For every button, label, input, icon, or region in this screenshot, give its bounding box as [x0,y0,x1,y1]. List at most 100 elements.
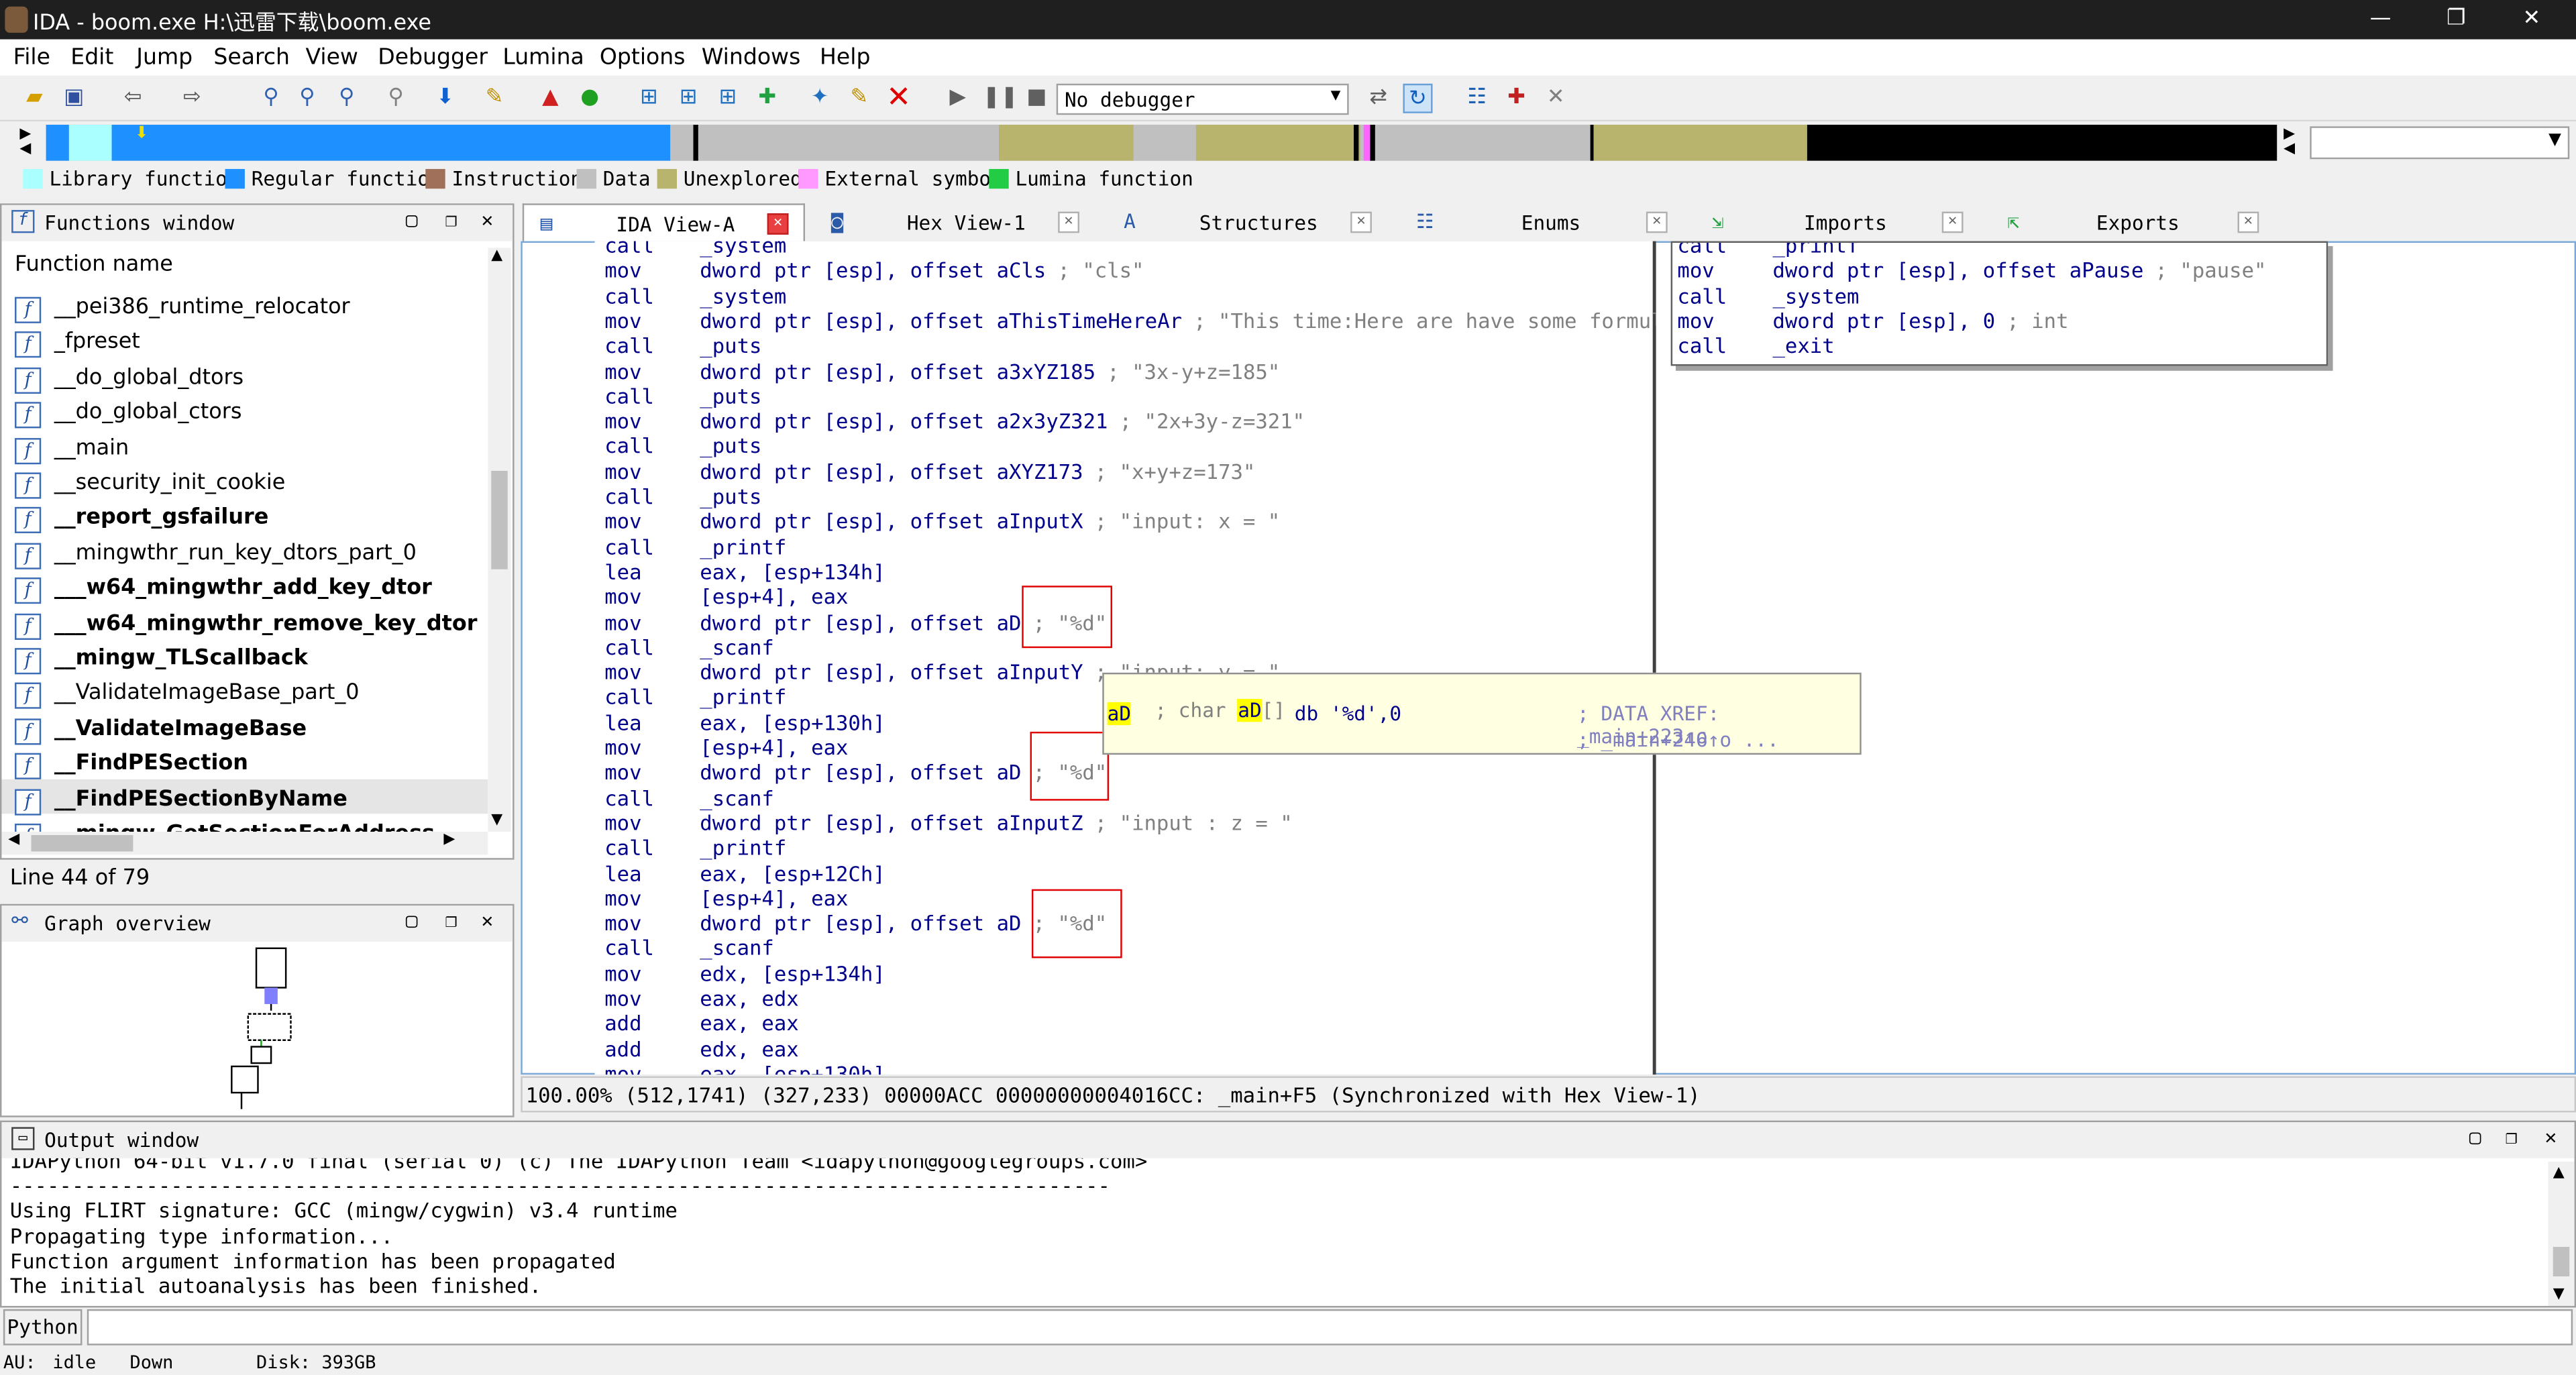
minimize-button[interactable]: — [2343,0,2418,40]
stop-icon[interactable]: ■ [1022,84,1051,113]
tab-hex-view-1-close-icon[interactable]: ✕ [1058,211,1079,233]
debugger-select[interactable]: No debugger ▼ [1056,83,1349,115]
close-button[interactable]: ✕ [2494,0,2570,40]
nav-right-arrow-icon[interactable]: ▶ ◀ [2284,127,2295,158]
menu-help[interactable]: Help [820,44,870,70]
python-command-input[interactable] [87,1309,2573,1345]
close-icon[interactable]: ✕ [2545,1125,2557,1148]
code-line[interactable]: call _scanf [604,785,774,810]
patch-icon[interactable]: ✎ [845,84,874,113]
code-line[interactable]: call _exit [1677,333,1834,358]
menu-file[interactable]: File [13,44,50,70]
add-struct-icon[interactable]: ⊞ [713,84,743,113]
plugin-icon[interactable]: ✦ [805,84,835,113]
green-circle-icon[interactable]: ● [575,84,604,113]
tab-ida-view-a[interactable]: ▤ IDA View-A ✕ [522,203,806,243]
delete-icon[interactable]: ✕ [884,83,914,113]
tab-hex-view-1[interactable]: ◙ Hex View-1 ✕ [814,203,1097,243]
scroll-up-icon[interactable]: ▲ [2553,1165,2565,1181]
menu-debugger[interactable]: Debugger [378,44,488,70]
maximize-button[interactable]: ❐ [2418,0,2494,40]
pause-icon[interactable]: ❚❚ [983,84,1018,113]
back-icon[interactable]: ⇦ [118,84,148,113]
save-icon[interactable]: ▣ [59,84,89,113]
menu-windows[interactable]: Windows [702,44,801,70]
edit-function-icon[interactable]: ⊞ [674,84,703,113]
code-line[interactable]: mov dword ptr [esp], 0 ; int [1677,309,2068,333]
code-line[interactable]: mov dword ptr [esp], offset aXYZ173 ; "x+y… [604,459,1255,484]
code-line[interactable]: add eax, eax [604,1011,799,1036]
code-line[interactable]: call _scanf [604,635,774,659]
tab-structures-close-icon[interactable]: ✕ [1350,211,1372,233]
code-line[interactable]: mov dword ptr [esp], offset a2x3yZ321 ; "2… [604,408,1305,433]
tab-enums-close-icon[interactable]: ✕ [1646,211,1668,233]
float-icon[interactable]: ▢ [2469,1125,2481,1148]
code-line[interactable]: mov edx, [esp+134h] [604,961,885,986]
nav-band-select[interactable]: ▼ [2310,126,2570,160]
tab-ida-view-a-close-icon[interactable]: ✕ [767,213,789,235]
code-line[interactable]: call _printf [604,835,786,860]
forward-icon[interactable]: ⇨ [177,84,207,113]
code-line[interactable]: mov eax, edx [604,986,799,1011]
attach-icon[interactable]: ⇄ [1364,84,1393,113]
restore-icon[interactable]: ❐ [445,209,458,231]
float-icon[interactable]: ▢ [406,209,418,231]
search-bytes-icon[interactable]: ⚲ [332,84,362,113]
code-line[interactable]: mov dword ptr [esp], offset aPause ; "paus… [1677,258,2266,283]
plus-icon[interactable]: ✚ [753,84,782,113]
play-icon[interactable]: ▶ [943,84,973,113]
legend-instruction: Instruction [451,167,583,190]
pen-icon[interactable]: ✎ [480,84,509,113]
code-line[interactable]: mov dword ptr [esp], offset aInputZ ; "inp… [604,810,1292,835]
code-line[interactable]: call _printf [604,534,786,559]
close-icon[interactable]: ✕ [482,209,494,231]
code-line[interactable]: mov [esp+4], eax [604,885,848,910]
add-function-icon[interactable]: ⊞ [634,84,663,113]
menu-jump[interactable]: Jump [136,44,193,70]
menu-search[interactable]: Search [213,44,290,70]
nav-left-arrow-icon[interactable]: ▶ ◀ [19,127,31,158]
open-icon[interactable]: ▰ [19,84,49,113]
code-line[interactable]: lea eax, [esp+130h] [604,710,885,734]
search-next-icon[interactable]: ⚲ [381,84,411,113]
clear-breakpoint-icon[interactable]: ✕ [1541,84,1570,113]
code-line[interactable]: call _puts [604,384,761,408]
menu-options[interactable]: Options [600,44,686,70]
tab-imports[interactable]: ⇲ Imports ✕ [1695,203,1978,243]
tab-structures[interactable]: A Structures ✕ [1107,203,1390,243]
breakpoint-icon[interactable]: ✚ [1501,84,1531,113]
menu-view[interactable]: View [306,44,358,70]
code-line[interactable]: call _puts [604,484,761,509]
code-line[interactable]: mov [esp+4], eax [604,735,848,760]
warning-icon[interactable]: ▲ [535,84,565,113]
code-line[interactable]: lea eax, [esp+12Ch] [604,861,885,885]
code-line[interactable]: call _scanf [604,936,774,960]
code-line[interactable]: mov eax, [esp+130h] [604,1061,885,1075]
sync-icon[interactable]: ↻ [1403,83,1433,113]
menu-lumina[interactable]: Lumina [502,44,584,70]
xref-tooltip: ; char aD[] aD db '%d',0 ; DATA XREF: _m… [1102,672,1862,755]
nav-band-bar[interactable]: ⬇ [46,124,2277,161]
python-button[interactable]: Python [3,1309,83,1345]
tab-exports[interactable]: ⇱ Exports ✕ [1991,203,2274,243]
restore-icon[interactable]: ❐ [2506,1125,2518,1148]
code-line[interactable]: lea eax, [esp+134h] [604,559,885,584]
code-line[interactable]: mov dword ptr [esp], offset aInputX ; "inp… [604,509,1280,534]
code-line[interactable]: add edx, eax [604,1036,799,1061]
search-text-icon[interactable]: ⚲ [292,84,322,113]
tab-exports-close-icon[interactable]: ✕ [2237,211,2259,233]
tab-imports-close-icon[interactable]: ✕ [1941,211,1964,233]
code-line[interactable]: call _system [1677,283,1859,308]
code-line[interactable]: call _printf [604,685,786,710]
tab-enums[interactable]: ☷ Enums ✕ [1399,203,1682,243]
code-line[interactable]: call _puts [604,434,761,459]
binoculars-icon[interactable]: ⚲ [256,84,286,113]
list-icon[interactable]: ☷ [1462,84,1492,113]
output-text[interactable]: IDAPython 64-bit v1.7.0 final (serial 0)… [1,1158,2548,1306]
output-scrollbar[interactable]: ▲ ▼ [2548,1161,2575,1307]
menu-edit[interactable]: Edit [70,44,113,70]
scroll-down-icon[interactable]: ▼ [2553,1286,2565,1303]
scrollbar-thumb[interactable] [2553,1246,2570,1276]
code-line[interactable]: mov [esp+4], eax [604,584,848,609]
arrow-down-icon[interactable]: ⬇ [431,84,460,113]
